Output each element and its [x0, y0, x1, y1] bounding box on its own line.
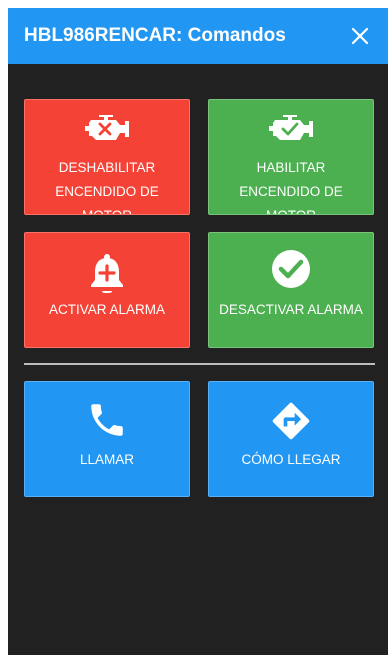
- directions-icon: [209, 399, 373, 443]
- check-circle-icon: [209, 249, 373, 289]
- deactivate-alarm-label: DESACTIVAR ALARMA: [219, 302, 363, 317]
- engine-check-icon: [209, 114, 373, 144]
- call-label: LLAMAR: [79, 452, 135, 467]
- disable-ignition-label: DESHABILITAR ENCENDIDO DE MOTOR: [55, 160, 159, 214]
- disable-ignition-button[interactable]: DESHABILITAR ENCENDIDO DE MOTOR: [24, 99, 190, 215]
- dialog-title: HBL986RENCAR: Comandos: [24, 25, 286, 46]
- call-button[interactable]: LLAMAR: [24, 381, 190, 497]
- enable-ignition-label: HABILITAR ENCENDIDO DE MOTOR: [239, 160, 343, 214]
- dialog-header: HBL986RENCAR: Comandos: [8, 8, 388, 64]
- activate-alarm-button[interactable]: ACTIVAR ALARMA: [24, 232, 190, 348]
- section-divider: [24, 363, 375, 365]
- bell-plus-icon: [25, 253, 189, 293]
- close-button[interactable]: [332, 8, 388, 64]
- commands-dialog: HBL986RENCAR: Comandos DESHABILITAR ENCE…: [8, 8, 388, 655]
- activate-alarm-label: ACTIVAR ALARMA: [48, 302, 166, 317]
- engine-x-icon: [25, 114, 189, 144]
- directions-label: CÓMO LLEGAR: [241, 452, 341, 467]
- directions-button[interactable]: CÓMO LLEGAR: [208, 381, 374, 497]
- phone-icon: [25, 399, 189, 441]
- close-icon: [351, 27, 369, 45]
- deactivate-alarm-button[interactable]: DESACTIVAR ALARMA: [208, 232, 374, 348]
- enable-ignition-button[interactable]: HABILITAR ENCENDIDO DE MOTOR: [208, 99, 374, 215]
